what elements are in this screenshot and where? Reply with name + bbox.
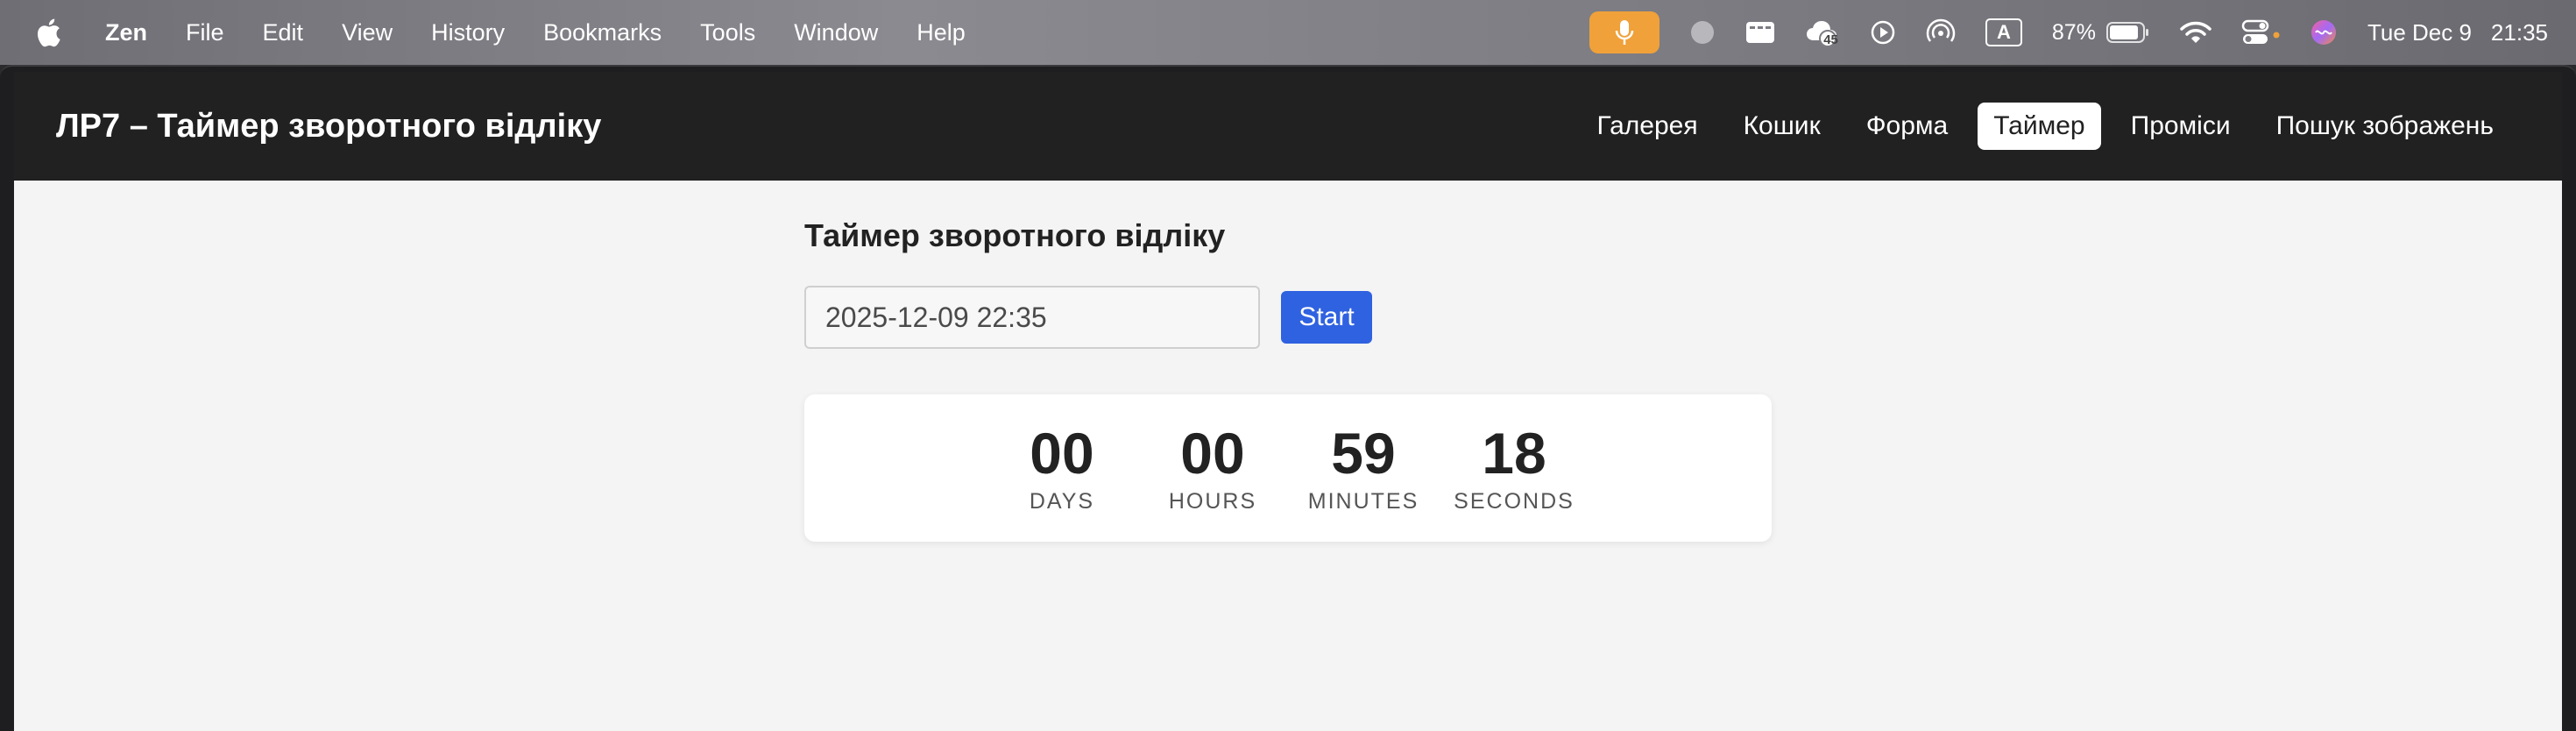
battery-percent: 87% xyxy=(2051,19,2096,45)
browser-window: ЛР7 – Таймер зворотного відліку Галерея … xyxy=(0,65,2576,731)
menu-app-name[interactable]: Zen xyxy=(105,19,147,46)
play-icon[interactable] xyxy=(1870,19,1896,46)
airdrop-icon[interactable] xyxy=(1926,18,1956,46)
nav-link-promises[interactable]: Проміси xyxy=(2115,103,2247,150)
battery-icon[interactable] xyxy=(2105,21,2150,44)
input-source-label: A xyxy=(1985,18,2022,46)
menu-help[interactable]: Help xyxy=(916,19,966,46)
menu-file[interactable]: File xyxy=(186,19,224,46)
nav-link-timer[interactable]: Таймер xyxy=(1978,103,2101,150)
cloud-icon[interactable]: 45 xyxy=(1805,18,1840,47)
record-icon[interactable] xyxy=(1689,19,1716,46)
site-brand[interactable]: ЛР7 – Таймер зворотного відліку xyxy=(56,108,601,145)
nav-link-image-search[interactable]: Пошук зображень xyxy=(2261,103,2509,150)
microphone-icon[interactable] xyxy=(1589,11,1660,53)
countdown-seconds: 18 SECONDS xyxy=(1439,422,1589,515)
siri-icon[interactable] xyxy=(2310,18,2338,46)
minutes-label: MINUTES xyxy=(1307,488,1419,514)
minutes-value: 59 xyxy=(1331,420,1396,486)
clock-time: 21:35 xyxy=(2490,18,2548,46)
menu-bar-status: 45 A 87% Tue Dec 9 21:35 xyxy=(1589,0,2548,65)
nav-link-gallery[interactable]: Галерея xyxy=(1582,103,1714,150)
hours-label: HOURS xyxy=(1168,488,1257,514)
countdown-minutes: 59 MINUTES xyxy=(1288,422,1439,515)
page-content: Таймер зворотного відліку 2025-12-09 22:… xyxy=(14,181,2562,731)
datetime-input[interactable]: 2025-12-09 22:35 xyxy=(804,286,1260,349)
menu-edit[interactable]: Edit xyxy=(263,19,304,46)
countdown-card: 00 DAYS 00 HOURS 59 MINUTES 18 SECONDS xyxy=(804,394,1772,542)
menu-bar: Zen File Edit View History Bookmarks Too… xyxy=(0,0,2576,65)
menu-view[interactable]: View xyxy=(342,19,393,46)
input-source-icon[interactable]: A xyxy=(1985,18,2022,46)
days-label: DAYS xyxy=(1029,488,1095,514)
menu-bookmarks[interactable]: Bookmarks xyxy=(543,19,662,46)
menu-window[interactable]: Window xyxy=(794,19,878,46)
seconds-label: SECONDS xyxy=(1454,488,1575,514)
days-value: 00 xyxy=(1030,420,1094,486)
menu-history[interactable]: History xyxy=(431,19,505,46)
site-navbar: ЛР7 – Таймер зворотного відліку Галерея … xyxy=(14,72,2562,181)
countdown-days: 00 DAYS xyxy=(987,422,1137,515)
countdown-hours: 00 HOURS xyxy=(1137,422,1288,515)
nav-link-form[interactable]: Форма xyxy=(1851,103,1964,150)
menu-bar-clock[interactable]: Tue Dec 9 21:35 xyxy=(2367,19,2548,46)
control-center-icon[interactable] xyxy=(2241,19,2280,46)
cloud-badge: 45 xyxy=(1823,32,1838,47)
seconds-value: 18 xyxy=(1482,420,1546,486)
hours-value: 00 xyxy=(1180,420,1245,486)
display-icon[interactable] xyxy=(1745,21,1775,44)
start-button[interactable]: Start xyxy=(1281,291,1372,344)
datetime-input-value: 2025-12-09 22:35 xyxy=(825,301,1047,333)
clock-date: Tue Dec 9 xyxy=(2367,18,2472,46)
apple-icon[interactable] xyxy=(35,18,61,47)
menu-bar-left: Zen File Edit View History Bookmarks Too… xyxy=(0,0,1004,65)
wifi-icon[interactable] xyxy=(2180,20,2212,45)
nav-link-cart[interactable]: Кошик xyxy=(1728,103,1836,150)
nav-links: Галерея Кошик Форма Таймер Проміси Пошук… xyxy=(1582,72,2509,181)
page-title: Таймер зворотного відліку xyxy=(804,217,1226,253)
menu-tools[interactable]: Tools xyxy=(700,19,755,46)
